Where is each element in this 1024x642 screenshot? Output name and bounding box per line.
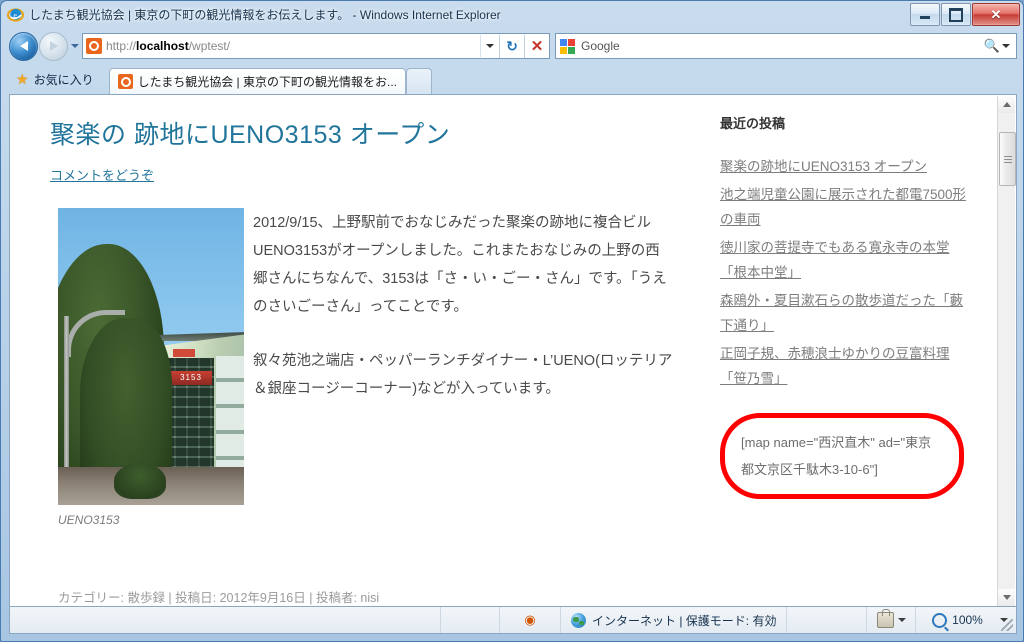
globe-icon — [571, 612, 586, 628]
security-zone-label: インターネット | 保護モード: 有効 — [592, 613, 777, 628]
refresh-icon: ↻ — [506, 37, 518, 54]
search-provider-chevron-icon[interactable] — [1002, 44, 1010, 48]
internet-explorer-icon: e — [6, 6, 25, 23]
site-favicon-icon — [86, 38, 102, 54]
image-caption: UENO3153 — [58, 513, 120, 527]
post-metadata: カテゴリー: 散歩録 | 投稿日: 2012年9月16日 | 投稿者: nisi — [58, 591, 380, 605]
minimize-button[interactable] — [910, 3, 940, 26]
chevron-down-icon — [486, 44, 494, 48]
chevron-down-icon — [71, 44, 79, 48]
address-input[interactable]: http://localhost/wptest/ — [106, 39, 480, 53]
tab-label: したまち観光協会 | 東京の下町の観光情報をお... — [137, 75, 398, 89]
vertical-scrollbar[interactable] — [997, 96, 1016, 606]
privacy-settings-button[interactable] — [867, 607, 916, 633]
list-item: 正岡子規、赤穂浪士ゆかりの豆富料理「笹乃雪」 — [720, 341, 970, 391]
sidebar-link-0[interactable]: 聚楽の跡地にUENO3153 オープン — [720, 159, 927, 174]
back-arrow-icon — [19, 41, 28, 51]
post-image: 3153 — [58, 208, 244, 505]
post-paragraph-1: 2012/9/15、上野駅前でおなじみだった聚楽の跡地に複合ビルUENO3153… — [253, 215, 667, 315]
list-item: 徳川家の菩提寺でもある寛永寺の本堂「根本中堂」 — [720, 235, 970, 285]
sidebar: 最近の投稿 聚楽の跡地にUENO3153 オープン 池之端児童公園に展示された都… — [720, 113, 970, 394]
scrollbar-thumb[interactable] — [999, 132, 1016, 186]
favorites-and-tabs-bar: ★ お気に入り したまち観光協会 | 東京の下町の観光情報をお... — [1, 64, 1023, 94]
forward-arrow-icon — [49, 41, 58, 51]
grip-icon — [1003, 155, 1012, 163]
sidebar-link-1[interactable]: 池之端児童公園に展示された都電7500形の車両 — [720, 187, 966, 227]
close-icon: ✕ — [990, 6, 1002, 22]
back-button[interactable] — [9, 31, 38, 61]
status-spacer — [441, 607, 500, 633]
sidebar-link-3[interactable]: 森鴎外・夏目漱石らの散歩道だった「藪下通り」 — [720, 293, 963, 333]
window-title: したまち観光協会 | 東京の下町の観光情報をお伝えします。 - Windows … — [29, 8, 501, 22]
browser-window: e したまち観光協会 | 東京の下町の観光情報をお伝えします。 - Window… — [0, 0, 1024, 642]
chevron-down-icon — [1002, 595, 1011, 600]
list-item: 池之端児童公園に展示された都電7500形の車両 — [720, 182, 970, 232]
url-host: localhost — [136, 39, 189, 53]
navigation-toolbar: http://localhost/wptest/ ↻ ✕ Google 🔍 — [1, 30, 1023, 62]
chevron-down-icon — [897, 618, 906, 622]
url-prefix: http:// — [106, 39, 137, 53]
tab-strip: したまち観光協会 | 東京の下町の観光情報をお... — [108, 64, 433, 94]
scroll-up-button[interactable] — [998, 96, 1015, 113]
photo-sign-small — [173, 349, 195, 357]
window-controls: ✕ — [909, 3, 1020, 26]
google-icon — [560, 38, 575, 54]
status-message-area — [10, 607, 441, 633]
comments-link[interactable]: コメントをどうぞ — [50, 165, 154, 184]
zoom-level-label: 100% — [952, 613, 983, 627]
minimize-icon — [920, 16, 930, 19]
scroll-down-button[interactable] — [998, 589, 1015, 606]
recent-pages-button[interactable] — [68, 33, 82, 60]
chevron-up-icon — [1002, 102, 1011, 107]
resize-grip[interactable] — [1001, 619, 1013, 631]
forward-button[interactable] — [39, 31, 68, 61]
tab-favicon-icon — [117, 74, 133, 89]
web-page: 聚楽の 跡地にUENO3153 オープン コメントをどうぞ 3153 UENO3… — [10, 95, 998, 605]
list-item: 聚楽の跡地にUENO3153 オープン — [720, 154, 970, 179]
new-tab-button[interactable] — [406, 68, 433, 94]
address-dropdown-button[interactable] — [480, 35, 499, 57]
post-paragraph-2: 叙々苑池之端店・ペッパーランチダイナー・L’UENO(ロッテリア＆銀座コージーコ… — [253, 353, 673, 397]
search-icon[interactable]: 🔍 — [984, 38, 1000, 54]
page-title: 聚楽の 跡地にUENO3153 オープン — [50, 121, 451, 149]
feeds-button[interactable]: ◉ — [500, 607, 561, 633]
sidebar-heading: 最近の投稿 — [720, 116, 786, 131]
security-zone-indicator[interactable]: インターネット | 保護モード: 有効 — [561, 607, 788, 633]
favorites-button[interactable]: ★ お気に入り — [9, 67, 105, 92]
close-button[interactable]: ✕ — [972, 3, 1020, 26]
search-box[interactable]: Google 🔍 — [555, 33, 1017, 59]
photo-bush — [114, 463, 166, 499]
post-content: 2012/9/15、上野駅前でおなじみだった聚楽の跡地に複合ビルUENO3153… — [253, 209, 673, 429]
tab-active[interactable]: したまち観光協会 | 東京の下町の観光情報をお... — [108, 68, 407, 94]
maximize-button[interactable] — [941, 3, 971, 26]
recent-posts-list: 聚楽の跡地にUENO3153 オープン 池之端児童公園に展示された都電7500形… — [720, 154, 970, 391]
favorites-label: お気に入り — [33, 73, 94, 87]
refresh-button[interactable]: ↻ — [499, 34, 524, 58]
address-bar[interactable]: http://localhost/wptest/ ↻ ✕ — [82, 33, 550, 59]
maximize-icon — [949, 7, 963, 22]
photo-sign: 3153 — [170, 371, 212, 385]
search-input[interactable]: Google — [581, 39, 984, 53]
url-path: /wptest/ — [188, 39, 231, 53]
status-filler — [787, 607, 867, 633]
rss-feed-icon: ◉ — [524, 612, 536, 627]
star-icon: ★ — [16, 71, 29, 87]
page-viewport: 聚楽の 跡地にUENO3153 オープン コメントをどうぞ 3153 UENO3… — [9, 94, 1017, 606]
sidebar-link-4[interactable]: 正岡子規、赤穂浪士ゆかりの豆富料理「笹乃雪」 — [720, 346, 950, 386]
title-bar: e したまち観光協会 | 東京の下町の観光情報をお伝えします。 - Window… — [1, 1, 1023, 28]
sidebar-link-2[interactable]: 徳川家の菩提寺でもある寛永寺の本堂「根本中堂」 — [720, 240, 950, 280]
lock-icon — [876, 609, 894, 628]
status-bar: ◉ インターネット | 保護モード: 有効 100% — [9, 606, 1017, 634]
highlighted-shortcode-box: [map name="西沢直木" ad="東京都文京区千駄木3-10-6"] — [720, 413, 964, 499]
shortcode-text: [map name="西沢直木" ad="東京都文京区千駄木3-10-6"] — [741, 435, 932, 477]
list-item: 森鴎外・夏目漱石らの散歩道だった「藪下通り」 — [720, 288, 970, 338]
stop-button[interactable]: ✕ — [524, 34, 549, 58]
close-x-icon: ✕ — [530, 38, 544, 55]
magnifier-icon — [932, 612, 948, 628]
